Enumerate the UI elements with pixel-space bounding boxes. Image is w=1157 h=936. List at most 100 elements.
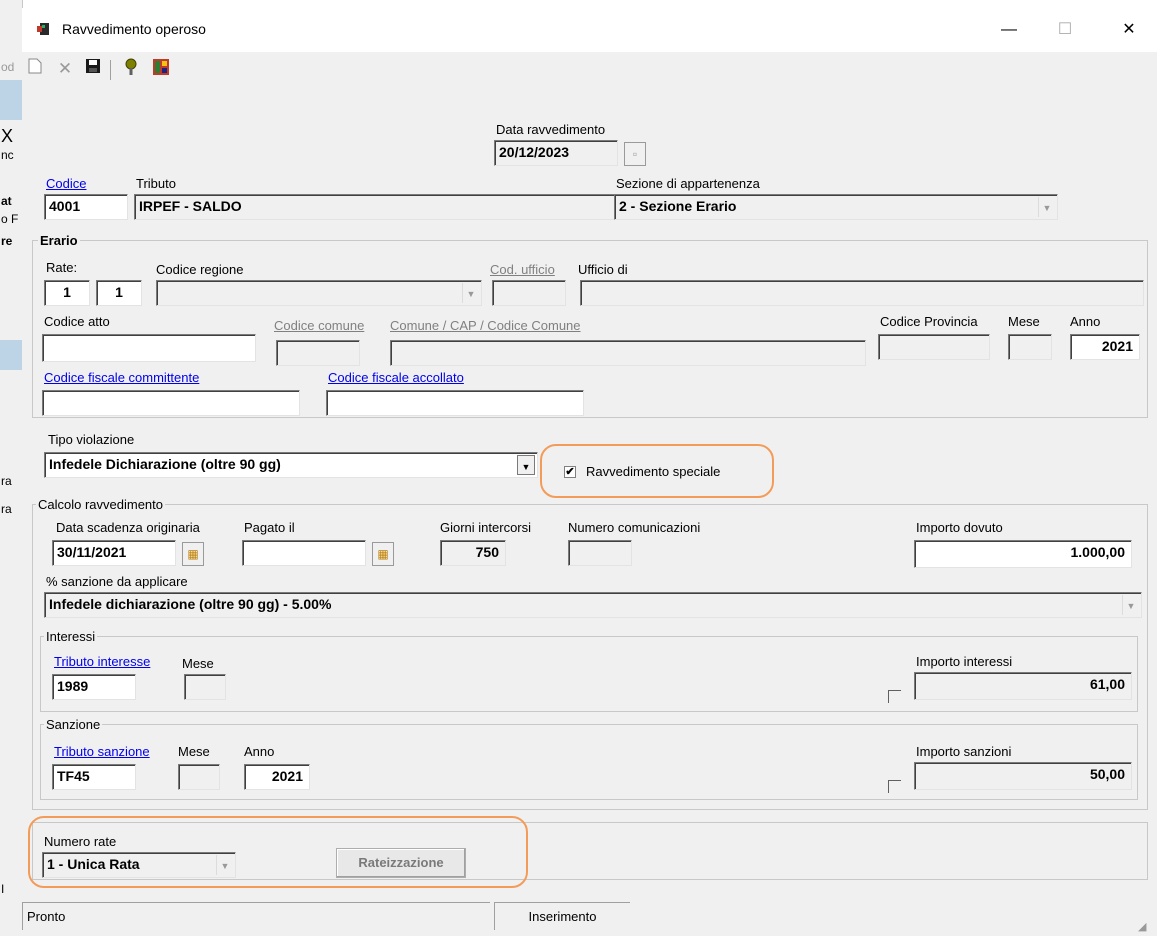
bg-blue-block xyxy=(0,340,22,370)
sezione-label: Sezione di appartenenza xyxy=(616,176,760,191)
importo-sanzioni-label: Importo sanzioni xyxy=(916,744,1012,759)
bg-text: re xyxy=(1,234,13,248)
rate-field-2[interactable]: 1 xyxy=(96,280,142,306)
toolbar: ✕ xyxy=(22,52,1157,88)
bg-text: ra xyxy=(1,474,12,488)
codice-field[interactable]: 4001 xyxy=(44,194,128,220)
anno-field[interactable]: 2021 xyxy=(1070,334,1140,360)
numcom-label: Numero comunicazioni xyxy=(568,520,701,535)
importo-sanzioni-field[interactable]: 50,00 xyxy=(914,762,1132,790)
new-document-icon[interactable] xyxy=(24,58,46,80)
highlight-numero-rate xyxy=(28,816,528,888)
background-app-strip: od X nc at o F re ra ra I xyxy=(0,0,23,936)
tributo-sanzione-link[interactable]: Tributo sanzione xyxy=(54,744,150,759)
tributo-sanzione-field[interactable]: TF45 xyxy=(52,764,136,790)
interessi-override-checkbox[interactable] xyxy=(888,690,901,703)
codice-comune-field[interactable] xyxy=(276,340,360,366)
tipo-violazione-label: Tipo violazione xyxy=(48,432,135,447)
toolbar-separator xyxy=(110,60,111,80)
codice-regione-label: Codice regione xyxy=(156,262,244,277)
delete-icon[interactable]: ✕ xyxy=(54,58,76,80)
codice-atto-field[interactable] xyxy=(42,334,256,362)
sezione-value: 2 - Sezione Erario xyxy=(619,198,737,214)
codice-atto-label: Codice atto xyxy=(44,314,110,329)
bg-text: od xyxy=(1,60,15,74)
tributo-interesse-field[interactable]: 1989 xyxy=(52,674,136,700)
tributo-interesse-link[interactable]: Tributo interesse xyxy=(54,654,150,669)
calculator-icon[interactable] xyxy=(150,58,172,80)
cod-ufficio-label: Cod. ufficio xyxy=(490,262,555,277)
help-icon[interactable] xyxy=(120,58,142,80)
comune-cap-field[interactable] xyxy=(390,340,866,366)
giorni-field[interactable]: 750 xyxy=(440,540,506,566)
data-ravvedimento-label: Data ravvedimento xyxy=(496,122,606,137)
importo-dovuto-label: Importo dovuto xyxy=(916,520,1003,535)
cf-accollato-field[interactable] xyxy=(326,390,584,416)
close-button[interactable]: ✕ xyxy=(1106,14,1152,46)
importo-interessi-label: Importo interessi xyxy=(916,654,1013,669)
mese-field[interactable] xyxy=(1008,334,1052,360)
ufficio-di-label: Ufficio di xyxy=(578,262,628,277)
bg-text: I xyxy=(1,882,5,896)
cf-committente-field[interactable] xyxy=(42,390,300,416)
highlight-ravvedimento-speciale xyxy=(540,444,774,498)
sezione-dropdown[interactable]: 2 - Sezione Erario ▼ xyxy=(614,194,1058,220)
calendar-icon[interactable]: ▫ xyxy=(624,142,646,166)
tributo-label: Tributo xyxy=(136,176,176,191)
maximize-button[interactable]: ☐ xyxy=(1042,14,1088,46)
giorni-label: Giorni intercorsi xyxy=(440,520,532,535)
interessi-group-label: Interessi xyxy=(44,629,98,644)
ufficio-di-field[interactable] xyxy=(580,280,1144,306)
dialog-window: Ravvedimento operoso — ☐ ✕ ✕ Data ravved… xyxy=(22,8,1157,936)
calendar-icon[interactable]: ▦ xyxy=(182,542,204,566)
chevron-down-icon[interactable]: ▼ xyxy=(517,455,535,475)
cod-ufficio-field[interactable] xyxy=(492,280,566,306)
calcolo-group-label: Calcolo ravvedimento xyxy=(36,497,166,512)
chevron-down-icon[interactable]: ▼ xyxy=(462,283,479,303)
app-icon xyxy=(36,22,50,36)
tributo-field[interactable]: IRPEF - SALDO xyxy=(134,194,620,220)
codice-comune-label: Codice comune xyxy=(274,318,365,333)
sanzione-group-label: Sanzione xyxy=(44,717,103,732)
interessi-mese-field[interactable] xyxy=(184,674,226,700)
chevron-down-icon[interactable]: ▼ xyxy=(1038,197,1055,217)
sanzione-anno-field[interactable]: 2021 xyxy=(244,764,310,790)
importo-interessi-field[interactable]: 61,00 xyxy=(914,672,1132,700)
sanzioni-override-checkbox[interactable] xyxy=(888,780,901,793)
scadenza-label: Data scadenza originaria xyxy=(56,520,200,535)
resize-grip-icon[interactable]: ◢ xyxy=(1138,920,1152,934)
erario-group-label: Erario xyxy=(38,233,80,248)
codice-provincia-label: Codice Provincia xyxy=(880,314,978,329)
rate-label: Rate: xyxy=(46,260,78,275)
codice-provincia-field[interactable] xyxy=(878,334,990,360)
tipo-violazione-dropdown[interactable]: Infedele Dichiarazione (oltre 90 gg) ▼ xyxy=(44,452,538,478)
rate-field-1[interactable]: 1 xyxy=(44,280,90,306)
sanzione-pct-label: % sanzione da applicare xyxy=(46,574,188,589)
numcom-field[interactable] xyxy=(568,540,632,566)
calendar-icon[interactable]: ▦ xyxy=(372,542,394,566)
interessi-mese-label: Mese xyxy=(182,656,214,671)
importo-dovuto-field[interactable]: 1.000,00 xyxy=(914,540,1132,568)
comune-cap-label: Comune / CAP / Codice Comune xyxy=(390,318,581,333)
save-icon[interactable] xyxy=(82,58,104,80)
sanzione-pct-dropdown[interactable]: Infedele dichiarazione (oltre 90 gg) - 5… xyxy=(44,592,1142,618)
data-ravvedimento-field[interactable]: 20/12/2023 xyxy=(494,140,618,166)
bg-text: nc xyxy=(1,148,14,162)
sanzione-mese-field[interactable] xyxy=(178,764,220,790)
bg-text: ra xyxy=(1,502,12,516)
scadenza-field[interactable]: 30/11/2021 xyxy=(52,540,176,566)
sanzione-mese-label: Mese xyxy=(178,744,210,759)
pagato-label: Pagato il xyxy=(244,520,295,535)
codice-regione-dropdown[interactable]: ▼ xyxy=(156,280,482,306)
codice-link[interactable]: Codice xyxy=(46,176,86,191)
chevron-down-icon[interactable]: ▼ xyxy=(1122,595,1139,615)
sanzione-pct-value: Infedele dichiarazione (oltre 90 gg) - 5… xyxy=(49,596,332,612)
minimize-button[interactable]: — xyxy=(986,14,1032,46)
cf-accollato-link[interactable]: Codice fiscale accollato xyxy=(328,370,464,385)
window-title: Ravvedimento operoso xyxy=(62,21,206,37)
title-bar: Ravvedimento operoso — ☐ ✕ xyxy=(22,8,1157,52)
bg-blue-block xyxy=(0,80,22,120)
cf-committente-link[interactable]: Codice fiscale committente xyxy=(44,370,199,385)
pagato-field[interactable] xyxy=(242,540,366,566)
bg-text: X xyxy=(1,126,14,146)
